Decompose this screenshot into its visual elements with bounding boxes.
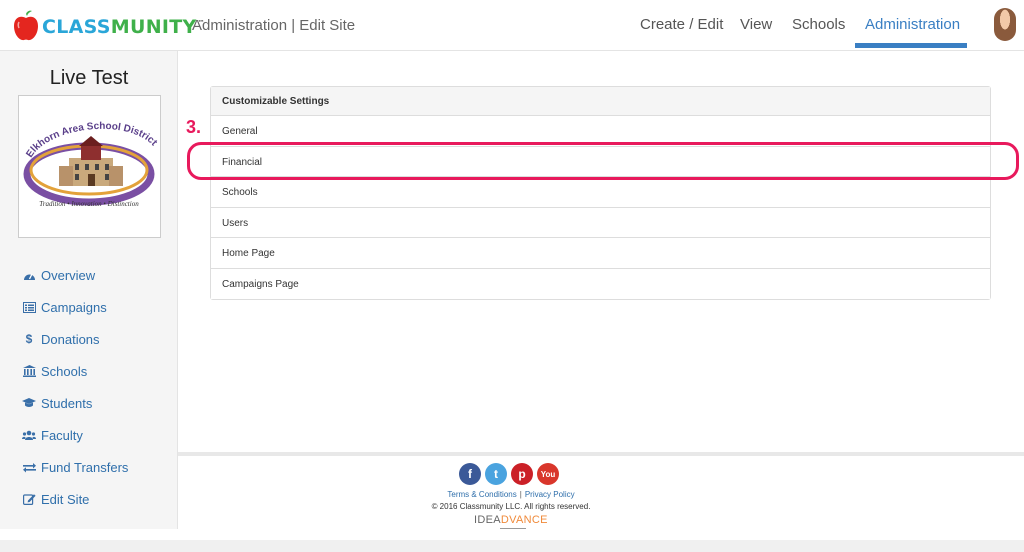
sidebar-item-students[interactable]: Students — [22, 393, 92, 413]
footer-links: Terms & Conditions | Privacy Policy — [178, 490, 844, 499]
sidebar-item-label: Students — [41, 395, 93, 411]
site-name: Live Test — [49, 67, 129, 89]
classmunity-logo[interactable]: CLASSMUNITY™ — [12, 10, 205, 42]
top-navbar: CLASSMUNITY™ Administration | Edit Site … — [0, 0, 1024, 51]
nav-view[interactable]: View — [740, 16, 772, 33]
list-alt-icon — [22, 300, 36, 314]
users-icon — [22, 428, 36, 442]
ideadvance-logo[interactable]: IDEADVANCE — [474, 514, 548, 526]
panel-heading: Customizable Settings — [211, 87, 990, 116]
left-sidebar: Live Test Elkhorn Area School District T… — [0, 51, 178, 529]
main-content: Customizable Settings General Financial … — [178, 51, 1024, 452]
page-title: Administration | Edit Site — [192, 17, 356, 34]
nav-create-edit[interactable]: Create / Edit — [640, 16, 723, 33]
sidebar-item-label: Campaigns — [41, 299, 107, 315]
pinterest-icon[interactable]: p — [511, 463, 533, 485]
sidebar-item-campaigns[interactable]: Campaigns — [22, 297, 107, 317]
ideadvance-logo-underline — [500, 528, 526, 531]
sidebar-item-label: Donations — [41, 331, 100, 347]
terms-link[interactable]: Terms & Conditions — [447, 490, 516, 499]
exchange-icon — [22, 460, 36, 474]
apple-icon — [14, 10, 38, 41]
nav-schools[interactable]: Schools — [792, 16, 845, 33]
financial-highlight-outline — [187, 142, 1019, 180]
step-number-annotation: 3. — [186, 117, 202, 137]
sidebar-item-overview[interactable]: Overview — [22, 265, 95, 285]
school-logo-image: Elkhorn Area School District Tradition •… — [23, 121, 160, 208]
school-logo-tagline: Tradition • Innovation • Distinction — [39, 200, 139, 208]
facebook-icon[interactable]: f — [459, 463, 481, 485]
youtube-icon[interactable]: You — [537, 463, 559, 485]
edit-icon — [22, 492, 36, 506]
settings-row-campaigns-page[interactable]: Campaigns Page — [211, 268, 990, 299]
sidebar-item-faculty[interactable]: Faculty — [22, 425, 83, 445]
footer: f t p You Terms & Conditions | Privacy Pol… — [178, 456, 1024, 540]
twitter-icon[interactable]: t — [485, 463, 507, 485]
school-district-logo: Elkhorn Area School District Tradition •… — [18, 95, 161, 238]
sidebar-item-schools[interactable]: Schools — [22, 361, 87, 381]
privacy-link[interactable]: Privacy Policy — [525, 490, 575, 499]
sidebar-item-edit-site[interactable]: Edit Site — [22, 489, 89, 509]
settings-row-schools[interactable]: Schools — [211, 177, 990, 208]
dollar-icon: $ — [25, 332, 33, 346]
settings-row-users[interactable]: Users — [211, 207, 990, 238]
customizable-settings-panel: Customizable Settings General Financial … — [210, 86, 991, 300]
sidebar-item-label: Edit Site — [41, 491, 90, 507]
logo-wordmark: CLASSMUNITY™ — [42, 16, 205, 38]
social-links: f t p You — [459, 463, 559, 485]
nav-administration[interactable]: Administration — [865, 16, 960, 33]
settings-row-home-page[interactable]: Home Page — [211, 238, 990, 269]
sidebar-item-label: Overview — [41, 267, 96, 283]
link-separator: | — [519, 490, 522, 499]
graduation-cap-icon — [22, 396, 36, 410]
sidebar-item-label: Schools — [41, 363, 88, 379]
sidebar-item-donations[interactable]: $ Donations — [22, 329, 100, 349]
sidebar-item-label: Faculty — [41, 427, 83, 443]
sidebar-item-fund-transfers[interactable]: Fund Transfers — [22, 457, 128, 477]
active-nav-indicator — [855, 43, 967, 48]
copyright-text: © 2016 Classmunity LLC. All rights reser… — [431, 502, 591, 511]
institution-icon — [22, 364, 36, 378]
page-bottom-strip — [0, 540, 1024, 552]
dashboard-icon — [22, 268, 36, 282]
user-avatar[interactable] — [994, 8, 1016, 41]
sidebar-item-label: Fund Transfers — [41, 459, 129, 475]
